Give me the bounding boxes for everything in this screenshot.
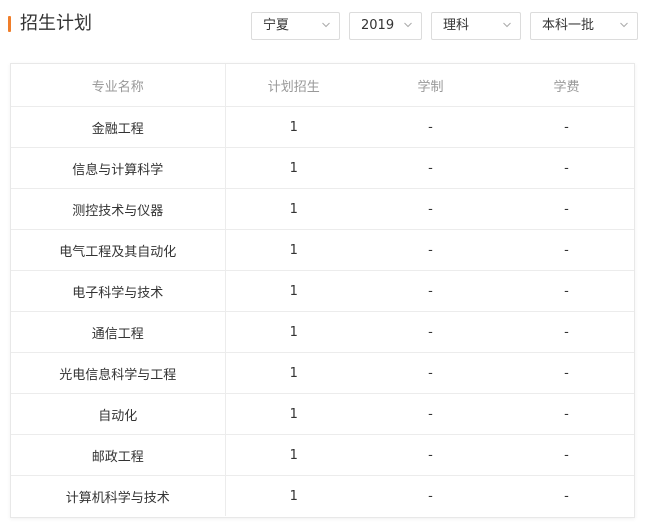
- plan-count-cell: 1: [225, 147, 362, 189]
- major-name-cell: 光电信息科学与工程: [11, 352, 226, 394]
- subject-select-value: 理科: [443, 18, 470, 33]
- duration-cell: -: [362, 393, 499, 435]
- plan-count-cell: 1: [225, 106, 362, 148]
- plan-count-cell: 1: [225, 393, 362, 435]
- fee-cell: -: [499, 311, 634, 353]
- table-row: 光电信息科学与工程 1 - -: [11, 352, 634, 394]
- header: 招生计划 宁夏 2019 理科 本科一批: [0, 0, 645, 56]
- year-select[interactable]: 2019: [349, 12, 422, 40]
- admission-plan-page: 招生计划 宁夏 2019 理科 本科一批 专业名称 计划招生 学制 学费 金融工…: [0, 0, 645, 528]
- fee-cell: -: [499, 147, 634, 189]
- duration-cell: -: [362, 106, 499, 148]
- table-row: 信息与计算科学 1 - -: [11, 147, 634, 189]
- batch-select[interactable]: 本科一批: [530, 12, 638, 40]
- major-name-cell: 电子科学与技术: [11, 270, 226, 312]
- duration-cell: -: [362, 188, 499, 230]
- plan-count-cell: 1: [225, 352, 362, 394]
- year-select-value: 2019: [361, 18, 395, 33]
- chevron-down-icon: [404, 22, 412, 28]
- major-name-cell: 测控技术与仪器: [11, 188, 226, 230]
- plan-table-container: 专业名称 计划招生 学制 学费 金融工程 1 - - 信息与计算科学 1 - -: [10, 63, 635, 518]
- table-row: 电气工程及其自动化 1 - -: [11, 229, 634, 271]
- table-row: 自动化 1 - -: [11, 393, 634, 435]
- major-name-cell: 电气工程及其自动化: [11, 229, 226, 271]
- major-name-cell: 邮政工程: [11, 434, 226, 476]
- province-select-value: 宁夏: [263, 18, 290, 33]
- plan-table: 专业名称 计划招生 学制 学费 金融工程 1 - - 信息与计算科学 1 - -: [11, 64, 634, 516]
- table-row: 邮政工程 1 - -: [11, 434, 634, 476]
- major-name-cell: 信息与计算科学: [11, 147, 226, 189]
- fee-cell: -: [499, 270, 634, 312]
- major-name-cell: 计算机科学与技术: [11, 475, 226, 516]
- chevron-down-icon: [503, 22, 511, 28]
- duration-cell: -: [428, 488, 433, 504]
- major-name-cell: 金融工程: [11, 106, 226, 148]
- chevron-down-icon: [620, 22, 628, 28]
- duration-cell: -: [362, 352, 499, 394]
- chevron-down-icon: [322, 22, 330, 28]
- plan-count-cell: 1: [289, 488, 298, 504]
- table-row: 计算机科学与技术 1 - -: [11, 475, 634, 516]
- duration-cell: -: [362, 147, 499, 189]
- duration-cell: -: [362, 229, 499, 271]
- table-row: 电子科学与技术 1 - -: [11, 270, 634, 312]
- batch-select-value: 本科一批: [542, 18, 595, 33]
- plan-count-cell: 1: [225, 311, 362, 353]
- plan-count-cell: 1: [225, 229, 362, 271]
- fee-cell: -: [499, 393, 634, 435]
- fee-cell: -: [564, 488, 569, 504]
- duration-cell: -: [362, 270, 499, 312]
- duration-cell: -: [362, 434, 499, 476]
- page-title: 招生计划: [20, 13, 92, 34]
- filter-bar: 宁夏 2019 理科 本科一批: [251, 12, 638, 40]
- column-header-duration: 学制: [362, 64, 499, 107]
- subject-select[interactable]: 理科: [431, 12, 521, 40]
- title-accent-bar: [8, 16, 11, 32]
- fee-cell: -: [499, 434, 634, 476]
- plan-count-cell: 1: [225, 434, 362, 476]
- column-header-major: 专业名称: [11, 64, 226, 107]
- table-row: 测控技术与仪器 1 - -: [11, 188, 634, 230]
- plan-count-cell: 1: [225, 270, 362, 312]
- table-row: 金融工程 1 - -: [11, 106, 634, 148]
- province-select[interactable]: 宁夏: [251, 12, 340, 40]
- column-header-plan: 计划招生: [225, 64, 362, 107]
- column-header-fee: 学费: [499, 64, 634, 107]
- fee-cell: -: [499, 229, 634, 271]
- major-name-cell: 自动化: [11, 393, 226, 435]
- fee-cell: -: [499, 188, 634, 230]
- table-row: 通信工程 1 - -: [11, 311, 634, 353]
- fee-cell: -: [499, 352, 634, 394]
- plan-count-cell: 1: [225, 188, 362, 230]
- major-name-cell: 通信工程: [11, 311, 226, 353]
- fee-cell: -: [499, 106, 634, 148]
- table-header-row: 专业名称 计划招生 学制 学费: [11, 64, 634, 107]
- duration-cell: -: [362, 311, 499, 353]
